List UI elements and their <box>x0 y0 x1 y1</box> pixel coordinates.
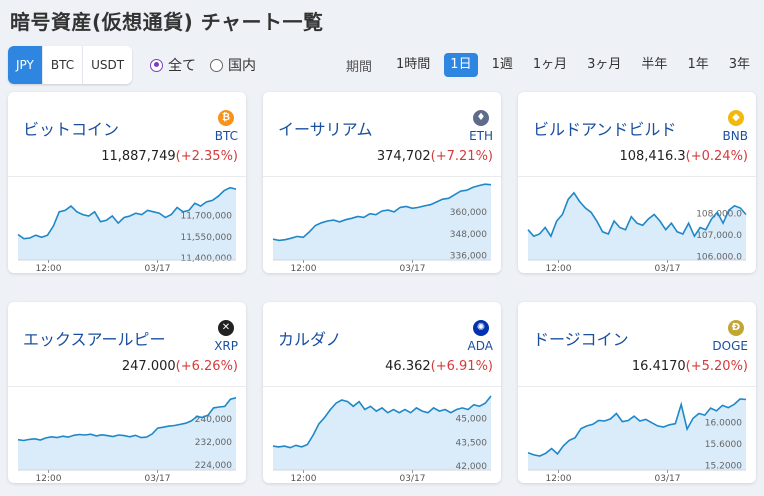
period-6m[interactable]: 半年 <box>635 53 673 77</box>
coin-name[interactable]: ドージコイン <box>533 326 629 350</box>
radio-domestic-dot[interactable] <box>210 58 223 72</box>
x-tick-label: 03/17 <box>145 474 171 483</box>
y-tick-label: 360,000 <box>450 208 487 218</box>
period-selector: 期間 1時間 1日 1週 1ヶ月 3ヶ月 半年 1年 3年 <box>346 46 756 84</box>
cardano-icon: ✺ <box>473 320 489 336</box>
coin-name[interactable]: カルダノ <box>278 326 342 350</box>
ethereum-icon: ♦ <box>473 110 489 126</box>
x-tick-label: 03/17 <box>655 474 681 483</box>
bnb-icon: ◆ <box>728 110 744 126</box>
coin-symbol: DOGE <box>712 339 748 353</box>
radio-all[interactable]: 全て <box>150 55 196 75</box>
coin-card-doge[interactable]: ドージコイン Ð DOGE 16.4170(+5.20%) 16.0000 15.… <box>518 302 756 483</box>
y-tick-label: 42,000 <box>456 462 488 472</box>
price-chart[interactable]: 360,000348,000336,00012:00 03/17 <box>263 176 501 273</box>
x-tick-label: 03/17 <box>655 264 681 273</box>
currency-tabs: JPY BTC USDT <box>8 46 133 84</box>
x-tick-label: 03/17 <box>400 264 426 273</box>
radio-all-dot[interactable] <box>150 58 163 72</box>
y-tick-label: 348,000 <box>450 230 487 240</box>
coin-name[interactable]: ビットコイン <box>23 116 119 140</box>
price-chart[interactable]: 11,700,000 11,550,000 11,400,000 12:00 03/17 <box>8 176 246 273</box>
x-tick-label: 12:00 <box>546 474 572 483</box>
coin-change: (+6.26%) <box>175 359 238 374</box>
x-tick-label: 03/17 <box>400 474 426 483</box>
coin-change: (+7.21%) <box>430 149 493 164</box>
period-1w[interactable]: 1週 <box>486 53 519 77</box>
bitcoin-icon: ₿ <box>218 110 234 126</box>
period-3m[interactable]: 3ヶ月 <box>581 53 627 77</box>
coin-name[interactable]: エックスアールピー <box>23 326 166 350</box>
coin-symbol: ADA <box>467 339 493 353</box>
market-filter: 全て 国内 <box>150 46 256 84</box>
x-tick-label: 12:00 <box>36 264 62 273</box>
x-tick-label: 12:00 <box>546 264 572 273</box>
radio-domestic-label: 国内 <box>228 58 256 74</box>
radio-domestic[interactable]: 国内 <box>210 55 256 75</box>
price-chart[interactable]: 16.000015.600015.200012:00 03/17 <box>518 386 756 483</box>
coin-price: 374,702 <box>376 149 431 164</box>
coin-symbol: BNB <box>722 129 748 143</box>
coin-symbol: BTC <box>214 129 238 143</box>
coin-price: 108,416.3 <box>619 149 686 164</box>
y-tick-label: 232,000 <box>195 438 232 448</box>
coin-card-btc[interactable]: ビットコイン ₿ BTC 11,887,749(+2.35%) 11,700,0… <box>8 92 246 273</box>
y-tick-label: 106,000.0 <box>696 253 742 263</box>
y-tick-label: 15.6000 <box>705 440 742 450</box>
period-1m[interactable]: 1ヶ月 <box>527 53 573 77</box>
coin-name[interactable]: ビルドアンドビルド <box>533 116 676 140</box>
page-title: 暗号資産(仮想通貨) チャート一覧 <box>10 10 324 34</box>
y-tick-label: 107,000.0 <box>696 231 742 241</box>
price-chart[interactable]: 240,000232,000224,00012:00 03/17 <box>8 386 246 483</box>
coin-card-eth[interactable]: イーサリアム ♦ ETH 374,702(+7.21%) 360,000 348,… <box>263 92 501 273</box>
coin-symbol: XRP <box>214 339 238 353</box>
xrp-icon: ✕ <box>218 320 234 336</box>
coin-change: (+0.24%) <box>685 149 748 164</box>
period-1h[interactable]: 1時間 <box>390 53 436 77</box>
period-3y[interactable]: 3年 <box>723 53 756 77</box>
coin-card-xrp[interactable]: エックスアールピー ✕ XRP 247.000(+6.26%) 240,000 2… <box>8 302 246 483</box>
price-chart[interactable]: 108,000.0107,000.0106,000.012:00 03/17 <box>518 176 756 273</box>
y-tick-label: 11,700,000 <box>180 212 232 222</box>
coin-change: (+5.20%) <box>685 359 748 374</box>
price-chart[interactable]: 45,000 43,500 42,000 12:00 03/17 <box>263 386 501 483</box>
x-tick-label: 12:00 <box>291 474 317 483</box>
tab-btc[interactable]: BTC <box>42 46 84 84</box>
coin-price: 11,887,749 <box>101 149 176 164</box>
tab-usdt[interactable]: USDT <box>83 46 133 84</box>
coin-symbol: ETH <box>469 129 493 143</box>
period-1y[interactable]: 1年 <box>681 53 714 77</box>
controls-bar: JPY BTC USDT 全て 国内 期間 1時間 1日 1週 1ヶ月 3ヶ月 … <box>8 46 756 84</box>
price-area <box>18 397 236 470</box>
coin-change: (+6.91%) <box>430 359 493 374</box>
coin-price: 46.362 <box>385 359 431 374</box>
period-1d[interactable]: 1日 <box>444 53 478 77</box>
period-label: 期間 <box>346 59 373 75</box>
x-tick-label: 12:00 <box>36 474 62 483</box>
dogecoin-icon: Ð <box>728 320 744 336</box>
x-tick-label: 12:00 <box>291 264 317 273</box>
price-area <box>273 184 491 260</box>
y-tick-label: 45,000 <box>456 414 488 424</box>
coin-name[interactable]: イーサリアム <box>278 116 373 140</box>
coin-card-bnb[interactable]: ビルドアンドビルド ◆ BNB 108,416.3(+0.24%) 108,00… <box>518 92 756 273</box>
x-tick-label: 03/17 <box>145 264 171 273</box>
radio-all-label: 全て <box>168 58 196 74</box>
price-area <box>18 187 236 260</box>
coin-price: 16.4170 <box>631 359 686 374</box>
y-tick-label: 43,500 <box>456 438 488 448</box>
y-tick-label: 11,400,000 <box>180 254 232 264</box>
tab-jpy[interactable]: JPY <box>8 46 43 84</box>
coin-change: (+2.35%) <box>175 149 238 164</box>
price-area <box>528 192 746 260</box>
coin-price: 247.000 <box>121 359 176 374</box>
y-tick-label: 16.0000 <box>705 419 742 429</box>
y-tick-label: 11,550,000 <box>180 233 232 243</box>
coin-card-ada[interactable]: カルダノ ✺ ADA 46.362(+6.91%) 45,000 43,500 42… <box>263 302 501 483</box>
